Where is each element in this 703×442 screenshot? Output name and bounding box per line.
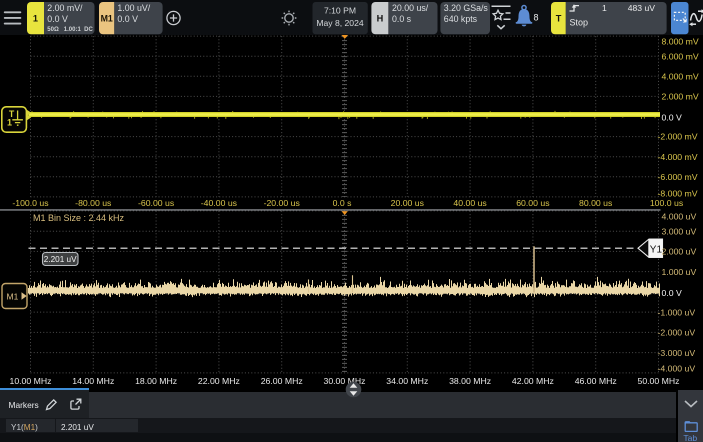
svg-text:42.00 MHz: 42.00 MHz [512,376,554,386]
svg-text:-40.00 us: -40.00 us [201,198,238,208]
svg-text:M1: M1 [7,292,19,302]
svg-text:-8.000 mV: -8.000 mV [658,189,698,199]
svg-text:80.00 us: 80.00 us [579,198,613,208]
svg-text:6.000 mV: 6.000 mV [662,51,699,61]
svg-text:-1.000 uV: -1.000 uV [658,307,696,317]
svg-text:100.0 us: 100.0 us [650,198,684,208]
svg-text:-2.000 uV: -2.000 uV [658,328,696,338]
svg-text:0.0 s: 0.0 s [392,14,412,24]
svg-text:0.0 s: 0.0 s [333,198,352,208]
svg-text:0.0 V: 0.0 V [662,288,682,298]
svg-text:26.00 MHz: 26.00 MHz [261,376,303,386]
svg-text:2.201 uV: 2.201 uV [44,255,77,264]
svg-text:M1 Bin Size : 2.44 kHz: M1 Bin Size : 2.44 kHz [33,213,125,223]
svg-text:-2.000 mV: -2.000 mV [658,132,698,142]
svg-text:Y1: Y1 [650,245,663,256]
svg-text:-3.000 uV: -3.000 uV [658,348,696,358]
svg-text:640 kpts: 640 kpts [444,14,478,24]
svg-text:14.00 MHz: 14.00 MHz [72,376,114,386]
svg-text:H: H [377,13,384,23]
svg-text:1.00 uV/: 1.00 uV/ [117,3,150,13]
svg-text:T: T [556,13,562,23]
svg-text:46.00 MHz: 46.00 MHz [575,376,617,386]
svg-text:20.00 us/: 20.00 us/ [392,3,429,13]
svg-text:0.0 V: 0.0 V [117,14,138,24]
svg-text:-6.000 mV: -6.000 mV [658,172,698,182]
svg-text:0.0 V: 0.0 V [47,14,68,24]
svg-text:-60.00 us: -60.00 us [138,198,175,208]
svg-text:20.00 us: 20.00 us [391,198,425,208]
svg-text:8.000 mV: 8.000 mV [662,37,699,47]
svg-text:40.00 us: 40.00 us [453,198,487,208]
svg-text:Stop: Stop [570,17,589,27]
svg-text:7:10 PM: 7:10 PM [324,5,356,15]
svg-text:60.00 us: 60.00 us [516,198,550,208]
svg-text:1: 1 [602,3,607,13]
svg-text:3.000 uV: 3.000 uV [662,226,697,236]
svg-text:-20.00 us: -20.00 us [264,198,301,208]
svg-text:2.000 uV: 2.000 uV [662,247,697,257]
svg-text:50.00 MHz: 50.00 MHz [637,376,679,386]
svg-text:34.00 MHz: 34.00 MHz [386,376,428,386]
svg-text:50Ω 1.00:1 DC: 50Ω 1.00:1 DC [47,27,93,33]
svg-text:483 uV: 483 uV [628,3,656,13]
svg-text:1.000 uV: 1.000 uV [662,267,697,277]
svg-text:8: 8 [534,12,539,22]
svg-text:2.00 mV/: 2.00 mV/ [47,3,83,13]
svg-text:2.000 mV: 2.000 mV [662,92,699,102]
svg-text:M1: M1 [101,13,113,23]
svg-text:1: 1 [33,14,38,24]
svg-text:10.00 MHz: 10.00 MHz [9,376,51,386]
svg-text:0.0 V: 0.0 V [662,113,682,123]
svg-text:4.000 uV: 4.000 uV [662,212,697,222]
svg-text:30.00 MHz: 30.00 MHz [323,376,365,386]
svg-text:22.00 MHz: 22.00 MHz [198,376,240,386]
svg-text:-80.00 us: -80.00 us [75,198,112,208]
svg-text:3.20 GSa/s: 3.20 GSa/s [444,3,489,13]
svg-text:-4.000 uV: -4.000 uV [658,364,696,374]
svg-text:-4.000 mV: -4.000 mV [658,152,698,162]
svg-text:-100.0 us: -100.0 us [12,198,49,208]
svg-text:18.00 MHz: 18.00 MHz [135,376,177,386]
svg-text:4.000 mV: 4.000 mV [662,71,699,81]
svg-text:T: T [9,109,15,119]
svg-text:38.00 MHz: 38.00 MHz [449,376,491,386]
svg-text:1: 1 [7,118,12,128]
svg-text:May 8, 2024: May 8, 2024 [316,18,364,28]
